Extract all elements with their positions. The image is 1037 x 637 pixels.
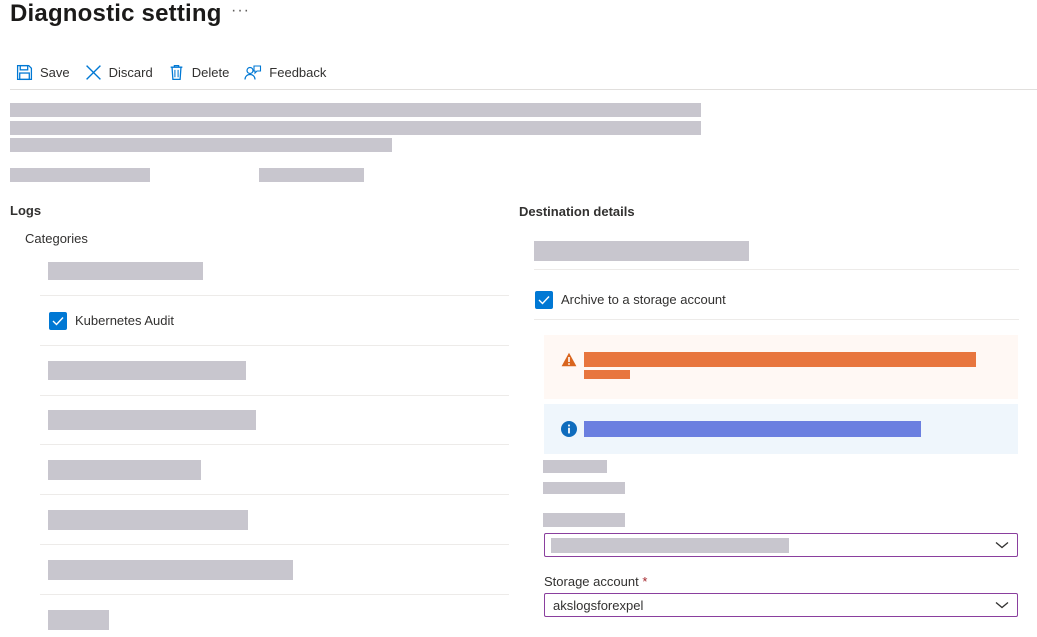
redacted-value <box>543 482 625 494</box>
command-bar: Save Discard Delete Feedback <box>16 60 341 84</box>
chevron-down-icon <box>995 542 1009 549</box>
row-divider <box>40 494 509 495</box>
redacted-field <box>10 168 150 182</box>
row-divider <box>534 269 1019 270</box>
discard-label: Discard <box>108 64 153 80</box>
info-message-bar <box>544 404 1018 454</box>
redacted-dropdown-value <box>551 538 789 553</box>
destination-heading: Destination details <box>519 204 635 219</box>
kubernetes-audit-checkbox[interactable] <box>49 312 67 330</box>
redacted-category <box>48 610 109 630</box>
redacted-text <box>10 121 701 135</box>
checkmark-icon <box>52 317 64 326</box>
redacted-label <box>543 460 607 473</box>
row-divider <box>40 594 509 595</box>
toolbar-divider <box>10 89 1037 90</box>
redacted-text <box>10 138 392 152</box>
categories-label: Categories <box>25 231 88 246</box>
redacted-field <box>259 168 364 182</box>
delete-label: Delete <box>191 64 230 80</box>
redacted-warning-text <box>584 352 976 367</box>
row-divider <box>40 544 509 545</box>
kubernetes-audit-label: Kubernetes Audit <box>75 313 175 328</box>
row-divider <box>40 444 509 445</box>
redacted-category <box>48 410 256 430</box>
feedback-button[interactable]: Feedback <box>244 64 326 81</box>
logs-heading: Logs <box>10 203 42 218</box>
storage-account-label-text: Storage account <box>544 574 639 589</box>
redacted-category <box>48 262 203 280</box>
close-icon <box>85 64 101 80</box>
subscription-dropdown[interactable] <box>544 533 1018 557</box>
warning-message-bar <box>544 335 1018 399</box>
save-button[interactable]: Save <box>16 64 70 81</box>
storage-account-dropdown[interactable]: akslogsforexpel <box>544 593 1018 617</box>
page-title: Diagnostic setting <box>10 0 222 27</box>
info-icon <box>561 421 577 437</box>
redacted-destination <box>534 241 749 261</box>
redacted-info-text <box>584 421 921 437</box>
required-mark: * <box>642 574 648 589</box>
checkmark-icon <box>538 296 550 305</box>
redacted-category <box>48 361 246 380</box>
archive-storage-checkbox[interactable] <box>535 291 553 309</box>
warning-icon <box>561 352 577 367</box>
redacted-text <box>10 103 701 117</box>
storage-account-label: Storage account * <box>544 574 647 589</box>
redacted-category <box>48 460 201 480</box>
chevron-down-icon <box>995 602 1009 609</box>
redacted-category <box>48 510 248 530</box>
row-divider <box>40 345 509 346</box>
redacted-category <box>48 560 293 580</box>
save-icon <box>16 64 33 80</box>
feedback-icon <box>244 64 262 80</box>
discard-button[interactable]: Discard <box>85 64 153 81</box>
storage-account-value: akslogsforexpel <box>553 597 644 613</box>
delete-button[interactable]: Delete <box>168 64 230 81</box>
row-divider <box>534 319 1019 320</box>
save-label: Save <box>40 64 70 80</box>
redacted-warning-text <box>584 370 630 379</box>
redacted-label <box>543 513 625 527</box>
more-options-button[interactable]: ··· <box>231 2 250 20</box>
row-divider <box>40 395 509 396</box>
row-divider <box>40 295 509 296</box>
feedback-label: Feedback <box>269 64 327 80</box>
trash-icon <box>170 64 183 80</box>
archive-storage-label: Archive to a storage account <box>561 292 726 307</box>
